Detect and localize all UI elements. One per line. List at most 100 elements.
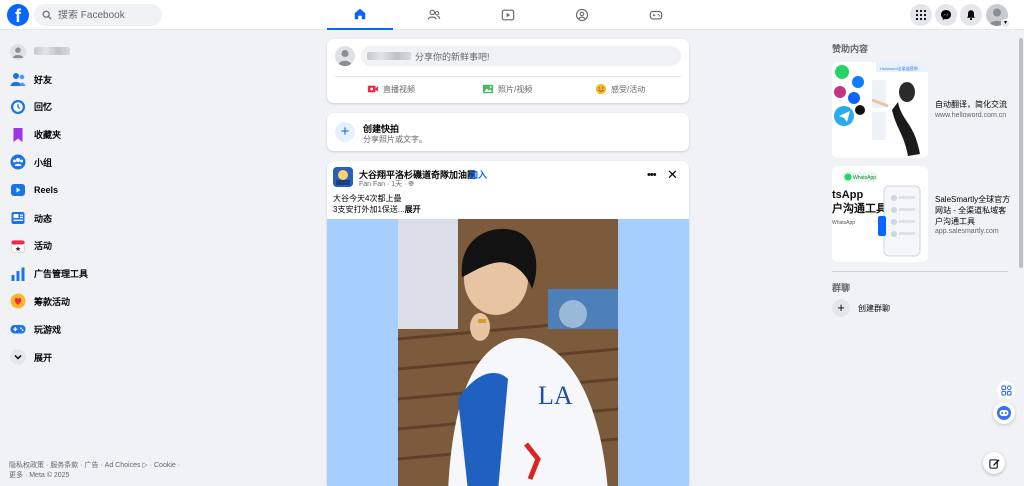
sidebar-item-label: 筹款活动 xyxy=(34,296,71,307)
sidebar-item-label: 收藏夹 xyxy=(34,130,62,141)
groups-icon xyxy=(575,8,589,22)
tab-groups[interactable] xyxy=(549,0,615,30)
sidebar-item-label: 动态 xyxy=(34,213,53,224)
footer-links[interactable]: 隐私权政策 · 服务条款 · 广告 · Ad Choices ▷ · Cooki… xyxy=(9,461,189,481)
friends-icon xyxy=(427,9,441,20)
create-story-subtitle: 分享照片或文字。 xyxy=(363,135,427,144)
facebook-logo[interactable]: f xyxy=(7,4,29,26)
sidebar-item-6[interactable]: 动态 xyxy=(0,206,200,230)
sidebar-item-3[interactable]: 收藏夹 xyxy=(0,123,200,147)
sidebar-item-label: 回忆 xyxy=(34,102,53,113)
widget-grid-icon[interactable] xyxy=(997,381,1015,399)
photo-video-label: 照片/视频 xyxy=(498,84,533,94)
svg-text:Helloword全渠道营销: Helloword全渠道营销 xyxy=(880,65,918,71)
sidebar-item-5[interactable]: Reels xyxy=(0,178,200,202)
blurred-username xyxy=(367,52,411,60)
sidebar-item-4[interactable]: 小组 xyxy=(0,150,200,174)
sidebar-item-11[interactable]: 展开 xyxy=(0,345,200,369)
ad-title-salesmartly[interactable]: SaleSmartly全球官方网站 - 全渠道私域客户沟通工具 xyxy=(935,194,1011,227)
scrollbar-thumb[interactable] xyxy=(1019,38,1023,268)
sidebar-profile[interactable] xyxy=(0,40,200,64)
live-video-button[interactable]: 直播视频 xyxy=(367,81,415,97)
tab-home[interactable] xyxy=(327,0,393,30)
profile-avatar-small xyxy=(10,44,26,60)
ad-title-translate[interactable]: 自动翻译，简化交流 xyxy=(935,99,1011,110)
sidebar-item-label: 小组 xyxy=(34,157,53,168)
tab-video[interactable] xyxy=(475,0,541,30)
svg-text:WhatsApp: WhatsApp xyxy=(832,220,855,226)
search-box[interactable] xyxy=(34,4,162,26)
search-input[interactable] xyxy=(58,9,158,21)
friends-icon xyxy=(10,71,26,87)
ads-chart-icon xyxy=(10,266,26,282)
feed-post: 大谷翔平洛杉磯道奇隊加油團 加入 Fan Fan · 1天 · 🌐︎ ••• ✕… xyxy=(327,161,689,486)
plus-icon: + xyxy=(832,299,850,317)
create-group-chat-button[interactable]: + 创建群聊 xyxy=(832,299,890,317)
close-icon[interactable]: ✕ xyxy=(667,167,678,183)
clock-icon xyxy=(10,99,26,115)
reels-icon xyxy=(10,182,26,198)
sidebar-item-1[interactable]: 好友 xyxy=(0,67,200,91)
divider xyxy=(335,76,681,77)
group-chat-heading: 群聊 xyxy=(832,283,851,293)
expand-link[interactable]: 展开 xyxy=(405,205,421,214)
ad-image-salesmartly[interactable]: WhatsApp tsApp 户沟通工具 WhatsApp xyxy=(832,166,928,262)
groups-icon xyxy=(10,154,26,170)
account-chevron-icon[interactable]: ▾ xyxy=(1001,19,1010,28)
bell-icon xyxy=(967,10,975,21)
sidebar-item-9[interactable]: 筹款活动 xyxy=(0,289,200,313)
globe-icon: 🌐︎ xyxy=(408,181,415,188)
sidebar-item-2[interactable]: 回忆 xyxy=(0,95,200,119)
sidebar-item-10[interactable]: 玩游戏 xyxy=(0,317,200,341)
video-icon xyxy=(501,9,515,21)
gamepad-icon xyxy=(10,321,26,337)
svg-text:WhatsApp: WhatsApp xyxy=(853,175,876,181)
composer-avatar[interactable] xyxy=(335,46,355,66)
assistant-bot-icon[interactable] xyxy=(993,402,1015,424)
post-composer: 分享你的新鲜事吧! 直播视频 照片/视频 感受/活动 xyxy=(327,39,689,103)
bookmark-icon xyxy=(10,127,26,143)
menu-button[interactable] xyxy=(910,4,932,26)
sidebar-item-label: 活动 xyxy=(34,241,53,252)
ad-image-translate[interactable]: Helloword全渠道营销 xyxy=(832,62,928,158)
create-story-card[interactable]: + 创建快拍 分享照片或文字。 xyxy=(327,113,689,151)
sidebar-item-8[interactable]: 广告管理工具 xyxy=(0,262,200,286)
live-video-icon xyxy=(367,85,379,93)
more-options-icon[interactable]: ••• xyxy=(647,169,657,181)
svg-text:LA: LA xyxy=(538,381,573,410)
sidebar-item-7[interactable]: 活动 xyxy=(0,234,200,258)
blurred-username xyxy=(34,47,70,55)
search-icon xyxy=(42,10,52,20)
new-message-edit-icon[interactable] xyxy=(983,452,1005,474)
tab-gaming[interactable] xyxy=(623,0,689,30)
svg-text:户沟通工具: 户沟通工具 xyxy=(832,201,887,215)
sidebar-item-label: 广告管理工具 xyxy=(34,269,89,280)
svg-text:tsApp: tsApp xyxy=(832,189,863,201)
post-photo[interactable]: LA xyxy=(398,219,618,486)
live-video-label: 直播视频 xyxy=(383,84,415,94)
sidebar-item-label: Reels xyxy=(34,185,59,196)
photo-video-button[interactable]: 照片/视频 xyxy=(482,81,532,97)
messenger-button[interactable] xyxy=(935,4,957,26)
feed-icon xyxy=(10,210,26,226)
gaming-icon xyxy=(649,10,663,20)
home-icon xyxy=(354,8,366,20)
notifications-button[interactable] xyxy=(960,4,982,26)
feeling-activity-button[interactable]: 感受/活动 xyxy=(595,81,645,97)
group-avatar[interactable] xyxy=(333,167,353,187)
sidebar-item-label: 好友 xyxy=(34,74,53,85)
ad-url-translate[interactable]: www.helloword.com.cn xyxy=(935,112,1006,119)
ad-url-salesmartly[interactable]: app.salesmartly.com xyxy=(935,228,999,235)
join-group-link[interactable]: 加入 xyxy=(469,168,487,181)
sidebar-item-label: 玩游戏 xyxy=(34,324,62,335)
calendar-icon xyxy=(10,238,26,254)
fundraiser-heart-icon xyxy=(10,293,26,309)
divider xyxy=(832,271,1008,272)
feeling-activity-label: 感受/活动 xyxy=(611,84,646,94)
tab-friends[interactable] xyxy=(401,0,467,30)
composer-input[interactable]: 分享你的新鲜事吧! xyxy=(361,46,681,66)
menu-grid-icon xyxy=(915,9,927,21)
smiley-icon xyxy=(595,83,607,95)
chevron-down-icon xyxy=(10,349,26,365)
post-meta: Fan Fan · 1天 · 🌐︎ xyxy=(359,181,415,188)
